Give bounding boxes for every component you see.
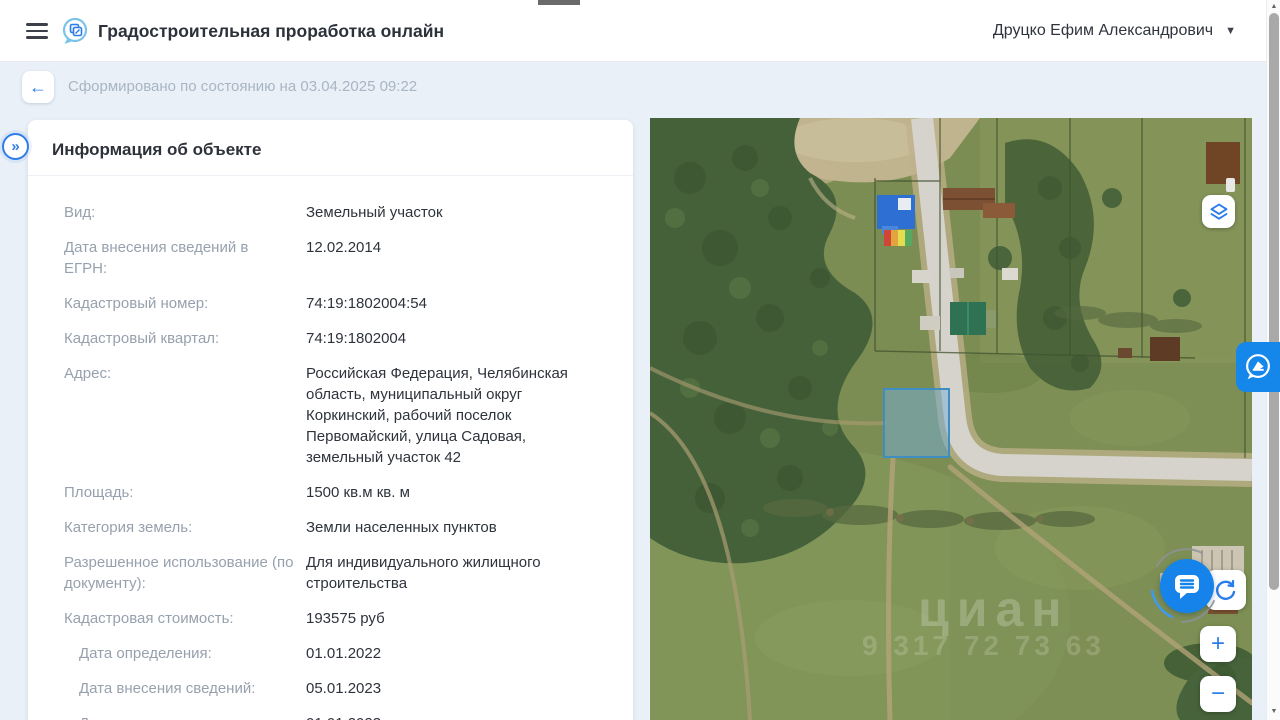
chat-bubble-icon [1172,572,1202,600]
field-value: 74:19:1802004 [306,328,406,349]
scroll-down-arrow[interactable]: ▼ [1267,706,1280,718]
app-logo-icon [60,16,90,46]
chevrons-right-icon: » [11,138,19,155]
plus-icon: + [1211,630,1225,658]
layers-icon [1208,201,1230,223]
map-canvas[interactable]: циан 9 317 72 73 63 [650,118,1252,720]
field-value: Земельный участок [306,202,443,223]
page-title: Градостроительная проработка онлайн [98,0,444,62]
field-value: 1500 кв.м кв. м [306,482,410,503]
zoom-in-button[interactable]: + [1200,626,1236,662]
user-name: Друцко Ефим Александрович [993,22,1213,40]
field-label: Вид: [64,202,306,223]
map-watermark-number: 9 317 72 73 63 [862,630,1105,662]
field-value: 12.02.2014 [306,237,381,279]
field-label: Кадастровый квартал: [64,328,306,349]
zoom-out-button[interactable]: − [1200,676,1236,712]
object-info-panel: Информация об объекте Вид: Земельный уча… [28,120,633,720]
info-field-row: Адрес: Российская Федерация, Челябинская… [64,363,608,468]
field-value: Российская Федерация, Челябинская област… [306,363,578,468]
info-field-row: Дата внесения сведений в ЕГРН: 12.02.201… [64,237,608,279]
scrollbar-thumb[interactable] [1269,13,1279,590]
field-value: 01.01.2023 [306,713,381,720]
field-value: Для индивидуального жилищного строительс… [306,552,578,594]
info-field-row: Дата внесения сведений: 05.01.2023 [64,678,608,699]
field-value: 01.01.2022 [306,643,381,664]
minus-icon: − [1211,680,1225,708]
info-field-row: Кадастровый номер: 74:19:1802004:54 [64,293,608,314]
field-label: Кадастровый номер: [64,293,306,314]
panel-title: Информация об объекте [28,120,633,176]
document-pin-icon [1241,350,1275,384]
back-arrow-icon: ← [29,77,47,98]
field-value: 193575 руб [306,608,385,629]
info-field-row: Категория земель: Земли населенных пункт… [64,517,608,538]
back-button[interactable]: ← [22,71,54,103]
chat-widget-button[interactable] [1160,559,1214,613]
top-header: Градостроительная проработка онлайн Друц… [0,0,1280,62]
field-label: Площадь: [64,482,306,503]
screen-artifact [538,0,580,5]
selected-parcel-highlight[interactable] [883,388,950,458]
field-label: Дата применения: [79,713,306,720]
info-field-row: Дата определения: 01.01.2022 [64,643,608,664]
field-value: 74:19:1802004:54 [306,293,427,314]
field-label: Разрешенное использование (по документу)… [64,552,306,594]
field-value: 05.01.2023 [306,678,381,699]
hamburger-menu-icon[interactable] [26,21,48,41]
info-fields: Вид: Земельный участок Дата внесения све… [28,176,633,720]
chevron-down-icon: ▼ [1225,26,1236,37]
info-field-row: Вид: Земельный участок [64,202,608,223]
info-field-row: Кадастровый квартал: 74:19:1802004 [64,328,608,349]
scroll-up-arrow[interactable]: ▲ [1267,1,1280,13]
field-value: Земли населенных пунктов [306,517,497,538]
feedback-tab-button[interactable] [1236,342,1280,392]
info-field-row: Кадастровая стоимость: 193575 руб [64,608,608,629]
field-label: Дата внесения сведений в ЕГРН: [64,237,306,279]
field-label: Адрес: [64,363,306,468]
info-field-row: Площадь: 1500 кв.м кв. м [64,482,608,503]
field-label: Категория земель: [64,517,306,538]
collapse-panel-button[interactable]: » [2,133,29,160]
rotate-arrow-icon [1213,577,1239,603]
user-menu[interactable]: Друцко Ефим Александрович ▼ [993,0,1236,62]
info-field-row: Разрешенное использование (по документу)… [64,552,608,594]
info-field-row: Дата применения: 01.01.2023 [64,713,608,720]
layers-button[interactable] [1202,195,1235,228]
field-label: Кадастровая стоимость: [64,608,306,629]
generated-status-text: Сформировано по состоянию на 03.04.2025 … [68,71,417,103]
field-label: Дата определения: [79,643,306,664]
field-label: Дата внесения сведений: [79,678,306,699]
